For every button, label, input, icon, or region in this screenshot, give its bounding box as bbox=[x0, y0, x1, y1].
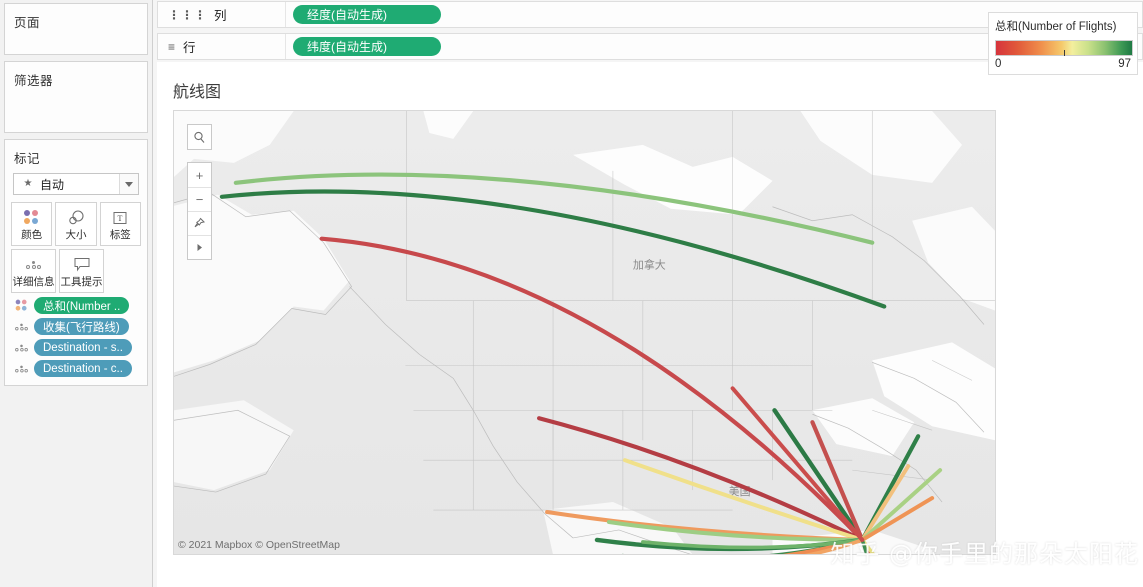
color-legend-tick bbox=[1064, 50, 1065, 56]
filters-shelf[interactable]: 筛选器 bbox=[4, 61, 148, 133]
color-legend-title: 总和(Number of Flights) bbox=[995, 21, 1117, 33]
mark-type-dropdown[interactable]: ★ 自动 bbox=[13, 173, 139, 195]
automatic-mark-icon: ★ bbox=[23, 178, 33, 189]
color-legend[interactable]: 总和(Number of Flights) 0 97 bbox=[988, 12, 1138, 75]
marks-property-row-1: 颜色 大小 T 标签 bbox=[11, 202, 141, 246]
marks-pill-row[interactable]: 总和(Number .. bbox=[13, 297, 147, 314]
label-button-label: 标签 bbox=[109, 228, 131, 241]
rows-pill-wrap: 纬度(自动生成) bbox=[286, 37, 441, 56]
rows-icon: ≡ bbox=[168, 39, 177, 54]
color-legend-scale: 0 97 bbox=[995, 58, 1131, 70]
marks-pill[interactable]: 收集(飞行路线) bbox=[34, 318, 129, 335]
tooltip-button[interactable]: 工具提示 bbox=[59, 249, 104, 293]
columns-icon: ⋮⋮⋮ bbox=[168, 7, 207, 22]
pages-shelf[interactable]: 页面 bbox=[4, 3, 148, 55]
color-button[interactable]: 颜色 bbox=[11, 202, 53, 246]
marks-pill[interactable]: 总和(Number .. bbox=[34, 297, 130, 314]
columns-pill-wrap: 经度(自动生成) bbox=[286, 5, 441, 24]
detail-icon bbox=[26, 255, 41, 275]
detail-button[interactable]: 详细信息 bbox=[11, 249, 56, 293]
watermark: 知乎 @你手里的那朵太阳花 bbox=[830, 540, 1139, 568]
color-icon bbox=[24, 208, 39, 228]
zoom-in-icon[interactable]: + bbox=[188, 163, 211, 187]
filters-shelf-title: 筛选器 bbox=[14, 74, 54, 88]
marks-card: 标记 ★ 自动 颜色 大小 T 标签 详细信息 工具提示 总和(Number .… bbox=[4, 139, 148, 386]
detail-dots-icon bbox=[13, 344, 29, 352]
tableau-worksheet: 页面 筛选器 标记 ★ 自动 颜色 大小 T 标签 详细信息 工具提示 总和(N… bbox=[0, 0, 1143, 587]
detail-dots-icon bbox=[13, 365, 29, 373]
marks-pill-row[interactable]: Destination - c.. bbox=[13, 360, 147, 377]
marks-pill-row[interactable]: 收集(飞行路线) bbox=[13, 318, 147, 335]
pages-shelf-title: 页面 bbox=[14, 16, 41, 30]
color-legend-max: 97 bbox=[1118, 58, 1131, 70]
marks-card-title: 标记 bbox=[14, 152, 41, 166]
color-legend-gradient[interactable] bbox=[995, 40, 1133, 56]
expand-icon[interactable] bbox=[188, 235, 211, 259]
rows-field-pill[interactable]: 纬度(自动生成) bbox=[293, 37, 441, 56]
search-icon[interactable] bbox=[188, 125, 211, 149]
marks-pill-row[interactable]: Destination - s.. bbox=[13, 339, 147, 356]
marks-property-row-2: 详细信息 工具提示 bbox=[11, 249, 141, 293]
map-canvas: 加拿大 美国 bbox=[174, 111, 995, 554]
left-panel: 页面 筛选器 标记 ★ 自动 颜色 大小 T 标签 详细信息 工具提示 总和(N… bbox=[0, 0, 153, 587]
zoom-out-icon[interactable]: − bbox=[188, 187, 211, 211]
size-icon bbox=[66, 208, 86, 228]
size-button[interactable]: 大小 bbox=[55, 202, 97, 246]
map-zoom-group[interactable]: + − bbox=[187, 162, 212, 260]
columns-shelf-name: 列 bbox=[214, 9, 227, 23]
map-controls[interactable]: + − bbox=[187, 124, 212, 260]
columns-field-pill[interactable]: 经度(自动生成) bbox=[293, 5, 441, 24]
columns-shelf-label: ⋮⋮⋮ 列 bbox=[158, 2, 286, 27]
map-viewport[interactable]: 加拿大 美国 + − © 2021 Mapbox © OpenStreetMap bbox=[173, 110, 996, 555]
color-dots-icon bbox=[13, 298, 29, 313]
label-icon: T bbox=[112, 208, 128, 228]
marks-pill[interactable]: Destination - s.. bbox=[34, 339, 132, 356]
label-button[interactable]: T 标签 bbox=[99, 202, 141, 246]
view-area: 航线图 加拿大 美国 + − © 2021 Mapbox © OpenStree… bbox=[157, 62, 1143, 587]
tooltip-icon bbox=[73, 255, 91, 275]
color-legend-min: 0 bbox=[995, 58, 1002, 70]
rows-shelf-name: 行 bbox=[183, 41, 196, 55]
map-search-group[interactable] bbox=[187, 124, 212, 150]
svg-text:T: T bbox=[118, 214, 123, 223]
mark-type-value: 自动 bbox=[40, 177, 65, 192]
rows-shelf-label: ≡ 行 bbox=[158, 34, 286, 59]
pin-icon[interactable] bbox=[188, 211, 211, 235]
map-attribution: © 2021 Mapbox © OpenStreetMap bbox=[178, 539, 340, 551]
marks-pill[interactable]: Destination - c.. bbox=[34, 360, 132, 377]
detail-dots-icon bbox=[13, 323, 29, 331]
color-button-label: 颜色 bbox=[21, 228, 43, 241]
page-title: 航线图 bbox=[173, 84, 222, 101]
tooltip-button-label: 工具提示 bbox=[60, 275, 103, 288]
size-button-label: 大小 bbox=[65, 228, 87, 241]
map-label-canada: 加拿大 bbox=[633, 258, 666, 272]
chevron-down-icon[interactable] bbox=[119, 174, 138, 194]
detail-button-label: 详细信息 bbox=[12, 275, 55, 288]
